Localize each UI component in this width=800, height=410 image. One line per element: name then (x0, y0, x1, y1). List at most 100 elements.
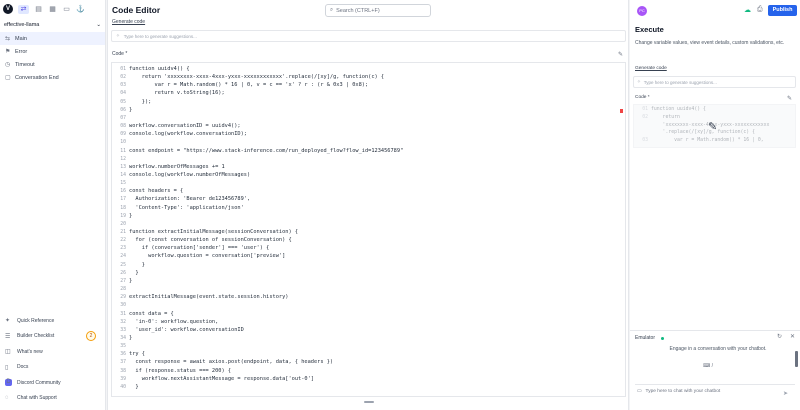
code-text: const data = { (129, 310, 174, 317)
emulator: Emulator ↻ ✕ Engage in a conversation wi… (630, 330, 800, 410)
code-text: const response = await axios.post(endpoi… (129, 359, 334, 366)
code-text: workflow.nextAssistantMessage = response… (129, 375, 314, 382)
sidebar-link-docs[interactable]: ▯ Docs (0, 360, 105, 376)
execute-title: Execute (635, 25, 664, 34)
sidebar-toolbar: V ⇄ ▤ ▦ ▭ ⚓ (0, 0, 105, 18)
sidebar-link-what-s-new[interactable]: ◫ What's new (0, 344, 105, 360)
code-text: if (response.status === 200) { (129, 367, 232, 374)
avatar[interactable]: PC (637, 6, 647, 16)
code-text: function uuidv4() { (651, 107, 706, 112)
keyboard-hint: ⌨ / (703, 363, 713, 369)
code-label: Code * (112, 51, 128, 57)
code-text: return (651, 114, 680, 120)
sidebar-link-label: Discord Community (17, 379, 61, 386)
code-text: var r = Math.random() * 16 | 0, v = c ==… (129, 82, 369, 89)
discord-icon: D (5, 379, 12, 387)
code-text: workflow.question = conversation['previe… (129, 253, 286, 260)
swap-icon: ⇆ (5, 36, 11, 42)
send-icon[interactable]: ➤ (783, 390, 788, 397)
code-text: const endpoint = "https://www.stack-infe… (129, 147, 404, 154)
table-icon[interactable]: ▦ (48, 5, 57, 14)
code-text: '.replace(/[xy]/g, function(c) { (651, 130, 755, 136)
execute-description: Change variable values, view event detai… (635, 40, 785, 46)
generate-code-label[interactable]: Generate code (635, 66, 667, 71)
gift-icon: ◫ (5, 349, 11, 356)
checklist-badge: 2 (86, 331, 96, 342)
generate-code-input[interactable]: ✧ Type here to generate suggestions... (633, 76, 796, 88)
scrollbar[interactable] (795, 351, 798, 367)
sparkle-icon: ✧ (116, 33, 120, 38)
code-text: if (conversation['sender'] === 'user') { (129, 245, 270, 252)
sidebar-link-discord-community[interactable]: D Discord Community (0, 375, 105, 391)
magic-pen-icon[interactable]: ✎ (787, 95, 792, 102)
generate-code-input[interactable]: ✧ Type here to generate suggestions... (111, 30, 626, 42)
edit-icon[interactable]: ✎ (708, 120, 717, 133)
chat-icon[interactable]: ▭ (62, 5, 71, 14)
flow-selector[interactable]: effective-llama ⌄ (0, 18, 105, 32)
sidebar-link-label: Quick Reference (17, 317, 55, 324)
status-dot (661, 337, 664, 340)
close-icon[interactable]: ✕ (790, 333, 795, 340)
code-text: Authorization: 'Bearer de123456789', (129, 196, 251, 203)
code-text: try { (129, 351, 145, 358)
flag-icon: ⚑ (5, 49, 11, 55)
code-area[interactable]: 01 function uuidv4() {02 return 'xxxxxxxx… (111, 62, 626, 397)
sidebar-item-main[interactable]: ⇆ Main (0, 32, 105, 45)
resize-handle[interactable] (364, 401, 374, 403)
sidebar-link-label: What's new (17, 348, 43, 355)
code-text: function extractInitialMessage(sessionCo… (129, 229, 299, 235)
chevron-down-icon: ⌄ (96, 22, 101, 28)
emulator-label: Emulator (635, 335, 656, 341)
sidebar-link-quick-reference[interactable]: ✦ Quick Reference (0, 313, 105, 329)
app-logo[interactable]: V (3, 4, 13, 14)
line-number: 01 (642, 107, 648, 112)
book-icon: ▯ (5, 364, 9, 371)
line-number: 40 (120, 384, 126, 390)
magic-pen-icon[interactable]: ✎ (618, 51, 623, 58)
save-icon[interactable]: ⎙ (757, 6, 763, 14)
database-icon[interactable]: ▤ (34, 5, 43, 14)
publish-button[interactable]: Publish (768, 5, 797, 16)
code-line[interactable]: 09 console.log(workflow.conversationID); (112, 130, 247, 139)
refresh-icon[interactable]: ↻ (777, 333, 782, 340)
code-line[interactable]: 11 const endpoint = "https://www.stack-in… (112, 147, 403, 156)
code-line[interactable]: 29 extractInitialMessage(event.state.sess… (112, 293, 288, 302)
sidebar-link-label: Docs (17, 364, 29, 371)
code-line[interactable]: 14 console.log(workflow.numberOfMessages) (112, 171, 250, 180)
code-text: console.log(workflow.conversationID); (129, 131, 247, 138)
code-text: for (const conversation of sessionConver… (129, 237, 292, 244)
hook-icon[interactable]: ⚓ (76, 5, 85, 14)
clock-icon: ◷ (5, 62, 11, 68)
code-text: function uuidv4() { (129, 66, 190, 72)
code-text: return 'xxxxxxxx-xxxx-4xxx-yxxx-xxxxxxxx… (129, 74, 385, 81)
code-text: var r = Math.random() * 16 | 0, (651, 138, 764, 144)
generate-code-label[interactable]: Generate code (112, 19, 145, 25)
code-text: extractInitialMessage(event.state.sessio… (129, 294, 289, 301)
cloud-sync-icon[interactable]: ☁ (744, 6, 751, 14)
code-text: } (129, 277, 133, 284)
sidebar-item-timeout[interactable]: ◷ Timeout (0, 58, 105, 71)
line-number: 02 (642, 114, 648, 120)
chat-bubble-icon: ▭ (637, 389, 642, 394)
sidebar-item-label: Error (15, 48, 28, 55)
sidebar-link-chat-with-support[interactable]: ◌ Chat with Support (0, 391, 105, 407)
line-number: 03 (642, 138, 648, 144)
code-editor-panel: Code Editor ⌕ Search (CTRL+F) Generate c… (107, 0, 629, 410)
code-text: workflow.numberOfMessages += 1 (129, 163, 225, 170)
search-input[interactable]: ⌕ Search (CTRL+F) (325, 4, 431, 17)
code-text: } (129, 261, 145, 268)
sidebar-item-conversation-end[interactable]: ▢ Conversation End (0, 71, 105, 84)
code-line: 01 function uuidv4() { (634, 107, 706, 113)
chat-placeholder: Type here to chat with your chatbot (645, 389, 721, 394)
sidebar-item-label: Timeout (15, 61, 35, 68)
flow-tab-icon[interactable]: ⇄ (18, 4, 29, 14)
sidebar-link-builder-checklist[interactable]: ☰ Builder Checklist 2 (0, 329, 105, 345)
sidebar-item-label: Conversation End (15, 74, 59, 81)
code-line[interactable]: 40 } (112, 383, 138, 392)
code-text: 'user_id': workflow.conversationID (129, 326, 244, 333)
sidebar-item-error[interactable]: ⚑ Error (0, 45, 105, 58)
code-line: 03 var r = Math.random() * 16 | 0, (634, 138, 764, 144)
code-line[interactable]: 39 workflow.nextAssistantMessage = respo… (112, 375, 314, 384)
flow-name: effective-llama (4, 22, 40, 28)
chat-input[interactable]: ▭ Type here to chat with your chatbot (635, 384, 795, 398)
